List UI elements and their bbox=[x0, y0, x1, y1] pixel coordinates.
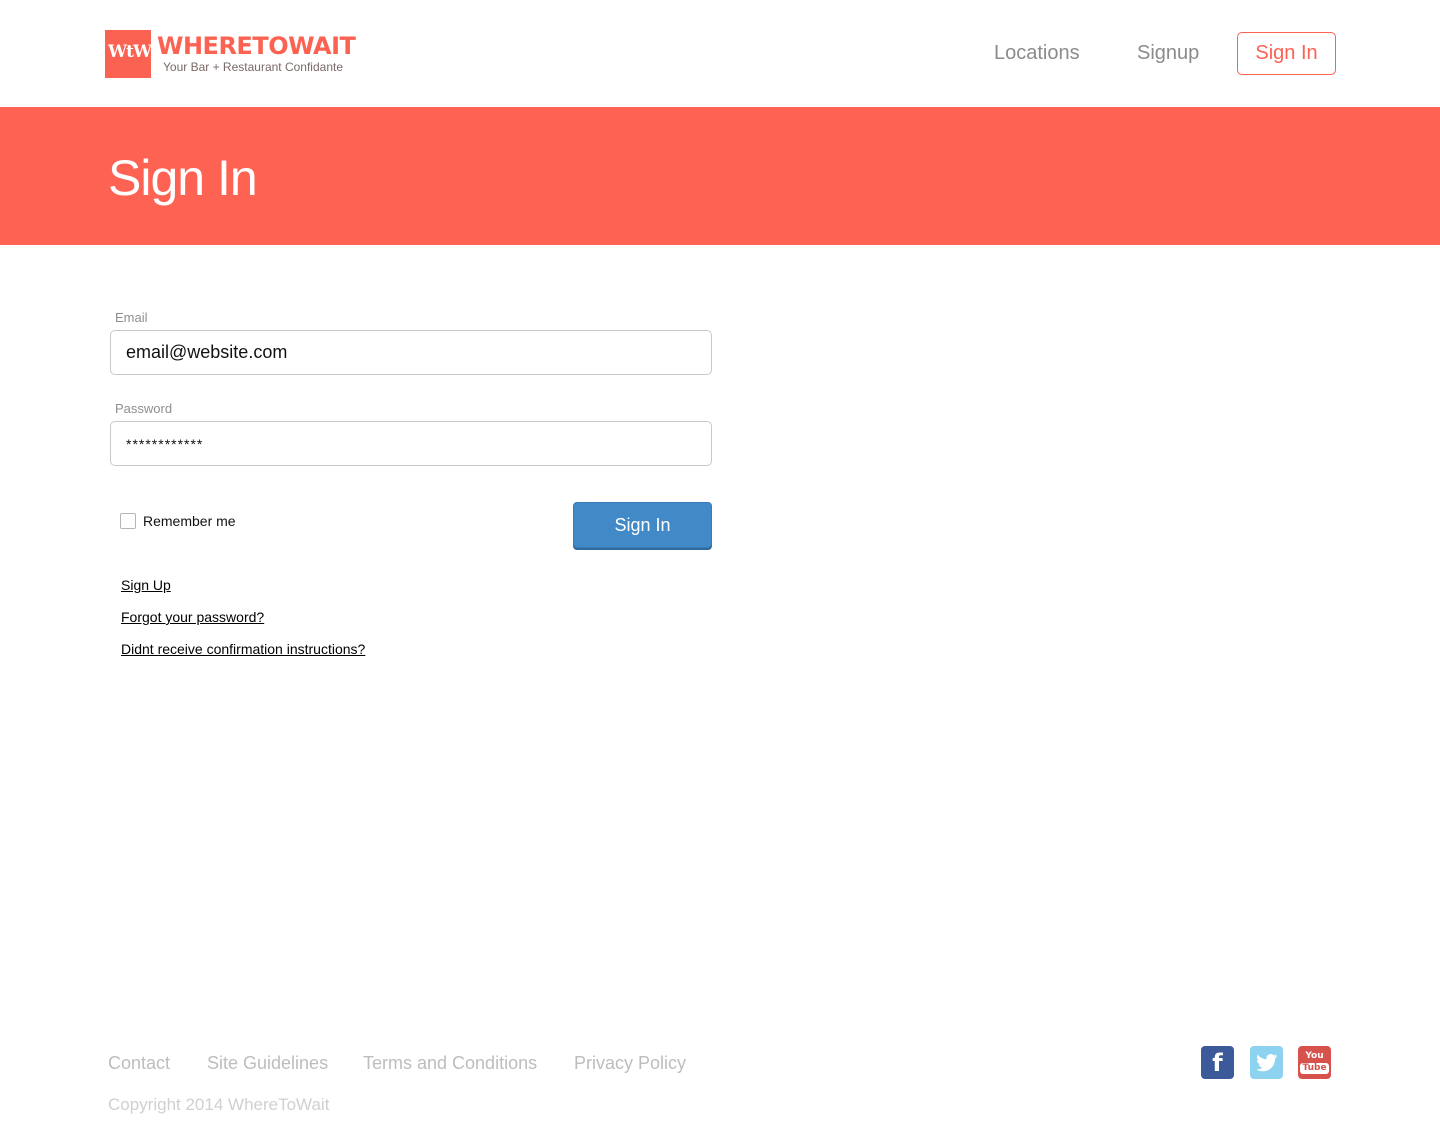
footer-privacy-link[interactable]: Privacy Policy bbox=[574, 1053, 686, 1074]
password-label: Password bbox=[115, 401, 173, 416]
nav-locations-link[interactable]: Locations bbox=[994, 32, 1080, 75]
youtube-tube-text: Tube bbox=[1300, 1063, 1329, 1074]
youtube-you-text: You bbox=[1305, 1051, 1324, 1061]
footer-contact-link[interactable]: Contact bbox=[108, 1053, 170, 1074]
signin-submit-button[interactable]: Sign In bbox=[573, 502, 712, 548]
logo[interactable]: WtW WHERETOWAIT Your Bar + Restaurant Co… bbox=[105, 29, 365, 79]
remember-me-checkbox[interactable] bbox=[120, 513, 136, 529]
footer-guidelines-link[interactable]: Site Guidelines bbox=[207, 1053, 328, 1074]
facebook-glyph: f bbox=[1212, 1048, 1223, 1077]
resend-confirmation-link[interactable]: Didnt receive confirmation instructions? bbox=[121, 641, 365, 657]
password-field[interactable] bbox=[110, 421, 712, 466]
logo-name: WHERETOWAIT bbox=[157, 32, 356, 60]
logo-mark-underline bbox=[105, 76, 151, 78]
facebook-icon[interactable]: f bbox=[1201, 1046, 1234, 1079]
twitter-bird-icon bbox=[1255, 1053, 1277, 1071]
youtube-icon[interactable]: You Tube bbox=[1298, 1046, 1331, 1079]
logo-mark-text: WtW bbox=[108, 42, 152, 62]
remember-me-label: Remember me bbox=[143, 513, 236, 529]
footer-terms-link[interactable]: Terms and Conditions bbox=[363, 1053, 537, 1074]
logo-mark-icon: WtW bbox=[105, 30, 152, 77]
twitter-icon[interactable] bbox=[1250, 1046, 1283, 1079]
signup-link[interactable]: Sign Up bbox=[121, 577, 171, 593]
forgot-password-link[interactable]: Forgot your password? bbox=[121, 609, 264, 625]
copyright-text: Copyright 2014 WhereToWait bbox=[108, 1095, 330, 1114]
remember-me[interactable]: Remember me bbox=[120, 513, 236, 529]
email-field[interactable] bbox=[110, 330, 712, 375]
email-label: Email bbox=[115, 310, 148, 325]
page-title: Sign In bbox=[108, 150, 258, 206]
page-banner: Sign In bbox=[0, 107, 1440, 245]
nav-signup-link[interactable]: Signup bbox=[1137, 32, 1199, 75]
nav-signin-button[interactable]: Sign In bbox=[1237, 32, 1336, 75]
logo-tagline: Your Bar + Restaurant Confidante bbox=[163, 60, 344, 74]
site-header: WtW WHERETOWAIT Your Bar + Restaurant Co… bbox=[0, 0, 1440, 107]
